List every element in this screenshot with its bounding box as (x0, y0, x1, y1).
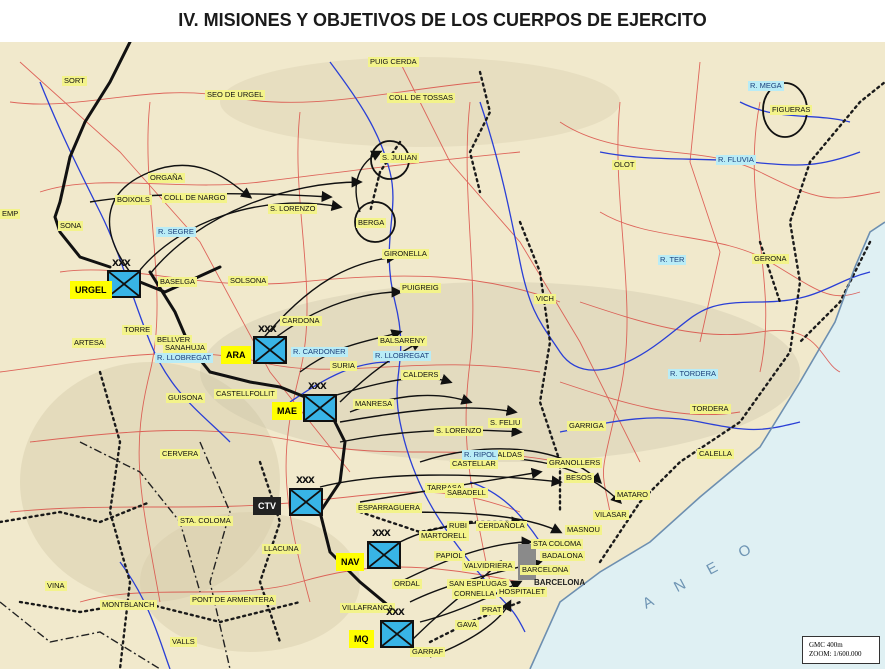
infantry-corps-symbol (303, 394, 337, 422)
map-title: IV. MISIONES Y OBJETIVOS DE LOS CUERPOS … (178, 10, 707, 30)
place-label: EMP (0, 209, 21, 219)
river-label: R. TER (658, 255, 687, 265)
place-label: PAPIOL (434, 551, 465, 561)
infantry-corps-symbol (289, 488, 323, 516)
arrow (409, 560, 502, 643)
place-label: CERDAÑOLA (476, 521, 527, 531)
infantry-corps-symbol (107, 270, 141, 298)
place-label: SEO DE URGEL (205, 90, 266, 100)
unit-echelon: XXX (112, 259, 131, 269)
place-label: TORRE (122, 325, 153, 335)
infantry-corps-symbol (380, 620, 414, 648)
place-label: BALSARENY (378, 336, 428, 346)
place-label: BERGA (356, 218, 387, 228)
place-label: VICH (534, 294, 556, 304)
place-label: GUISONA (166, 393, 205, 403)
place-label: BASELGA (158, 277, 198, 287)
infantry-corps-symbol (367, 541, 401, 569)
place-label: CASTELLFOLLIT (214, 389, 277, 399)
place-label: GAVA (455, 620, 479, 630)
place-label: PONT DE ARMENTERA (190, 595, 276, 605)
place-label: TORDERA (690, 404, 731, 414)
place-label: GIRONELLA (382, 249, 429, 259)
scale-line-1: GMC 400m (809, 641, 843, 649)
scale-line-2: ZOOM: 1/600.000 (809, 650, 862, 658)
unit-echelon: XXX (372, 529, 391, 539)
place-label: S. LORENZO (268, 204, 318, 214)
place-label: BARCELONA (520, 565, 571, 575)
place-label: LLACUNA (262, 544, 301, 554)
unit-label: ARA (221, 346, 251, 364)
place-label: CERVERA (160, 449, 201, 459)
river-label: R. SEGRE (156, 227, 196, 237)
unit-label: MQ (349, 630, 374, 648)
place-label: OLOT (612, 160, 637, 170)
place-label: CALELLA (697, 449, 734, 459)
place-label: BESOS (564, 473, 594, 483)
place-label: CASTELLAR (450, 459, 498, 469)
unit-label: MAE (272, 402, 302, 420)
river-label: R. MEGA (748, 81, 784, 91)
place-label: VALLS (170, 637, 197, 647)
place-label: SABADELL (445, 488, 488, 498)
place-label: HOSPITALET (497, 587, 548, 597)
place-label: PUIGREIG (400, 283, 441, 293)
unit-echelon: XXX (308, 382, 327, 392)
river-label: R. LLOBREGAT (155, 353, 214, 363)
unit-label: NAV (336, 553, 365, 571)
river-label: R. LLOBREGAT (373, 351, 432, 361)
river-label: R. FLUVIA (716, 155, 756, 165)
place-label: ESPARRAGUERA (356, 503, 422, 513)
place-label: S. JULIAN (380, 153, 420, 163)
place-label: SOLSONA (228, 276, 269, 286)
place-label: MANRESA (353, 399, 395, 409)
infantry-corps-symbol (253, 336, 287, 364)
place-label: FIGUERAS (770, 105, 813, 115)
place-label: MATARO (615, 490, 650, 500)
place-label: VILASAR (593, 510, 629, 520)
place-label: COLL DE TOSSAS (387, 93, 456, 103)
coastal-city-label: BARCELONA (534, 578, 586, 587)
place-label: MONTBLANCH (100, 600, 157, 610)
place-label: CARDONA (280, 316, 322, 326)
river-label: R. CARDONER (291, 347, 348, 357)
place-label: ARTESA (72, 338, 106, 348)
place-label: STA COLOMA (531, 539, 584, 549)
historical-map: SORT PUIG CERDA SEO DE URGEL COLL DE TOS… (0, 42, 885, 669)
place-label: ORDAL (392, 579, 422, 589)
unit-label: CTV (253, 497, 281, 515)
unit-echelon: XXX (258, 325, 277, 335)
place-label: CORNELLA (452, 589, 497, 599)
place-label: MASNOU (565, 525, 602, 535)
unit-echelon: XXX (386, 608, 405, 618)
place-label: ORGAÑA (148, 173, 185, 183)
unit-label: URGEL (70, 281, 112, 299)
place-label: SANAHUJA (163, 343, 208, 353)
place-label: GARRIGA (567, 421, 606, 431)
place-label: PUIG CERDA (368, 57, 419, 67)
place-label: S. LORENZO (434, 426, 484, 436)
place-label: BADALONA (540, 551, 585, 561)
place-label: VINA (45, 581, 67, 591)
scale-box: GMC 400m ZOOM: 1/600.000 (802, 636, 880, 664)
place-label: RUBI (447, 521, 469, 531)
place-label: GRANOLLERS (547, 458, 603, 468)
place-label: VALVIDRIERA (462, 561, 515, 571)
river-label: R. RIPOL (462, 450, 499, 460)
place-label: MARTORELL (419, 531, 469, 541)
place-label: STA. COLOMA (178, 516, 233, 526)
place-label: SURIA (330, 361, 357, 371)
place-label: BOIXOLS (115, 195, 152, 205)
relief-shading (140, 512, 360, 652)
unit-echelon: XXX (296, 476, 315, 486)
place-label: S. FELIU (488, 418, 523, 428)
river-label: R. TORDERA (668, 369, 718, 379)
place-label: COLL DE NARGO (162, 193, 228, 203)
map-basemap (0, 42, 885, 669)
place-label: CALDERS (401, 370, 441, 380)
place-label: GERONA (752, 254, 789, 264)
place-label: SONA (58, 221, 84, 231)
place-label: PRAT (480, 605, 504, 615)
place-label: SORT (62, 76, 87, 86)
